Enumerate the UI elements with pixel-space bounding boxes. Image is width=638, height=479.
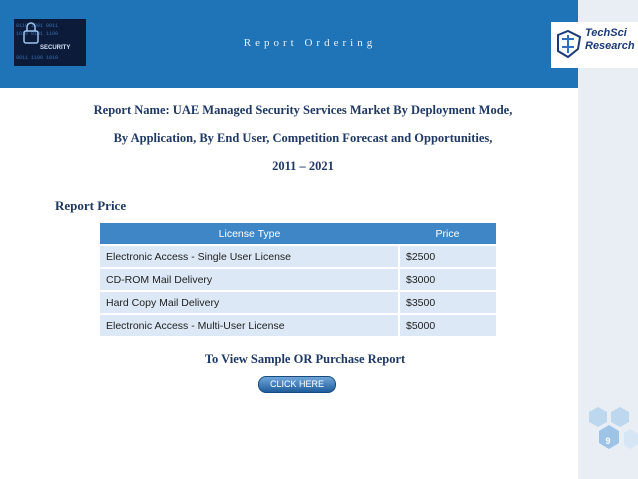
table-row: CD-ROM Mail Delivery $3000 <box>100 267 496 291</box>
price-cell: $3000 <box>398 267 496 291</box>
techsci-logo: TechSci Research <box>551 22 638 68</box>
price-cell: $3500 <box>398 290 496 314</box>
logo-line1: TechSci <box>585 27 627 39</box>
report-name-line: 2011 – 2021 <box>272 159 334 173</box>
table-row: Hard Copy Mail Delivery $3500 <box>100 290 496 314</box>
header-band: 0110 1001 0011 1010 0101 1100 0011 1100 … <box>0 0 578 88</box>
logo-line2: Research <box>585 40 635 52</box>
page-title: Report Ordering <box>243 37 377 49</box>
column-header-license-type: License Type <box>100 223 399 245</box>
price-cell: $5000 <box>398 313 496 336</box>
report-name: Report Name: UAE Managed Security Servic… <box>58 96 548 180</box>
license-type-cell: CD-ROM Mail Delivery <box>100 267 399 291</box>
license-type-cell: Hard Copy Mail Delivery <box>100 290 399 314</box>
svg-text:0011 1100 1010: 0011 1100 1010 <box>16 55 58 61</box>
page-number: 9 <box>605 436 611 446</box>
table-row: Electronic Access - Single User License … <box>100 244 496 268</box>
click-here-button[interactable]: CLICK HERE <box>258 376 336 393</box>
license-type-cell: Electronic Access - Single User License <box>100 244 399 268</box>
security-thumb-label: SECURITY <box>40 45 70 51</box>
hexagon-decoration-icon <box>589 407 638 449</box>
report-name-line: Report Name: UAE Managed Security Servic… <box>93 103 513 117</box>
price-table: License Type Price Electronic Access - S… <box>100 223 496 336</box>
security-image: 0110 1001 0011 1010 0101 1100 0011 1100 … <box>14 19 86 66</box>
report-price-heading: Report Price <box>55 198 127 213</box>
price-cell: $2500 <box>398 244 496 268</box>
column-header-price: Price <box>399 223 496 245</box>
report-name-line: By Application, By End User, Competition… <box>113 131 493 145</box>
table-row: Electronic Access - Multi-User License $… <box>100 313 496 336</box>
table-header-row: License Type Price <box>100 223 496 245</box>
svg-text:0110 1001 0011: 0110 1001 0011 <box>16 23 58 29</box>
license-type-cell: Electronic Access - Multi-User License <box>100 313 399 336</box>
sample-purchase-text: To View Sample OR Purchase Report <box>204 352 406 366</box>
logo-mark-icon <box>557 29 582 59</box>
